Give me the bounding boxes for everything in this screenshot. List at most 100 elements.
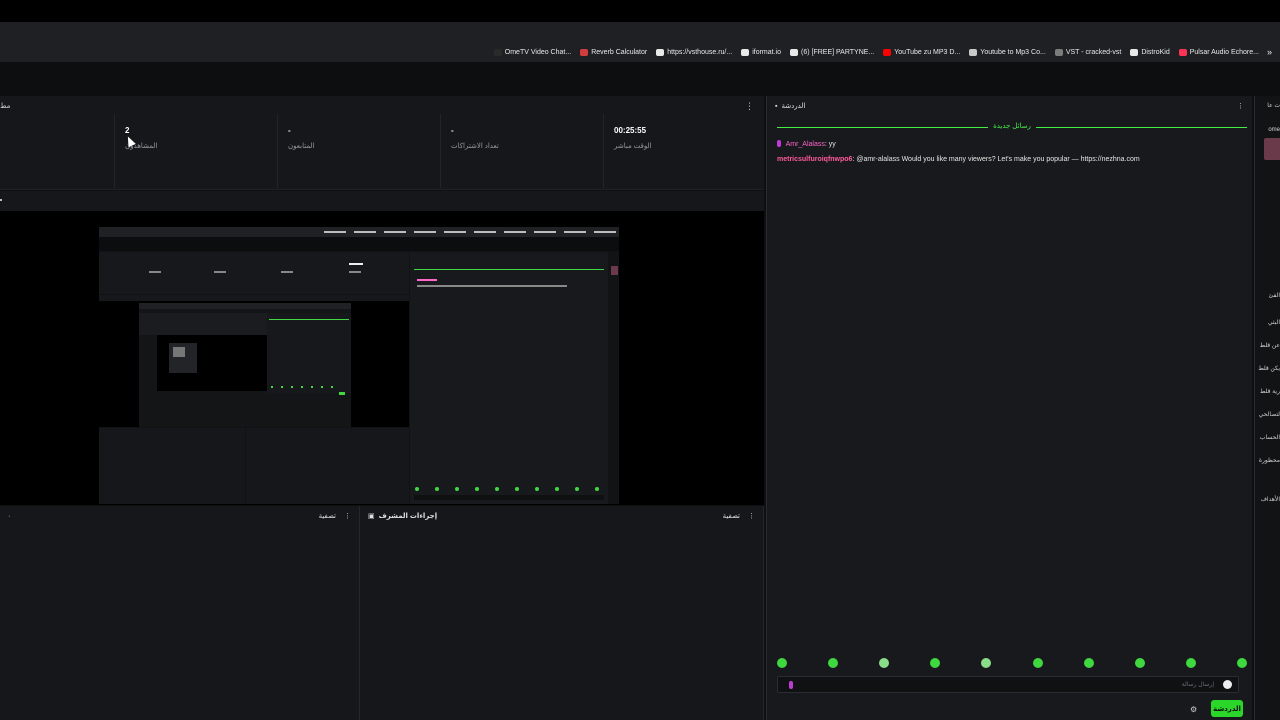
bottom-panels: · تصفية ⋮ ▣ إجراءات المشرف تصفية ⋮	[0, 506, 764, 720]
sidebar-item[interactable]: ت عا	[1267, 102, 1280, 109]
emote-icon[interactable]	[777, 658, 787, 668]
youtube-icon	[883, 48, 892, 56]
chat-menu-button[interactable]: ⋮	[1237, 102, 1244, 110]
stat-value: 00:25:55	[614, 126, 647, 135]
filter-button[interactable]: تصفية	[319, 512, 336, 520]
emote-icon[interactable]	[1134, 658, 1145, 668]
calc-icon	[580, 48, 589, 56]
mic-icon[interactable]	[789, 681, 793, 689]
bookmarks-bar: OmeTV Video Chat... Reverb Calculator http…	[0, 42, 1280, 62]
sidebar-item[interactable]: محظورة	[1259, 457, 1280, 464]
chat-message: metricsulfuroiqfnwpo6: @amr-alalass Woul…	[777, 156, 1140, 163]
stream-stats-panel: مط ⋮ 2 المشاهدون - المتابعون - تعداد الا…	[0, 96, 764, 190]
dashboard-top-nav	[0, 62, 1280, 96]
panel-edge-dot: ·	[8, 512, 11, 520]
stat-value: 2	[125, 126, 130, 135]
sidebar-item[interactable]: عن قلط	[1260, 342, 1280, 349]
bookmark-item[interactable]: DistroKid	[1130, 48, 1170, 56]
emote-icon[interactable]	[981, 658, 992, 668]
stream-preview[interactable]	[0, 211, 764, 505]
bookmark-label: https://vsthouse.ru/...	[667, 48, 733, 56]
send-chat-button[interactable]: الدردشة	[1211, 700, 1243, 717]
vst-icon	[1054, 48, 1063, 56]
activity-panel: · تصفية ⋮	[0, 506, 360, 720]
mic-icon	[777, 140, 781, 147]
sidebar-item[interactable]: الحساب	[1260, 434, 1280, 441]
bookmark-label: Pulsar Audio Echore...	[1189, 48, 1259, 56]
new-messages-label: رسائل جديدة	[988, 122, 1036, 130]
browser-title-bar	[0, 0, 1280, 22]
stat-value: -	[451, 126, 454, 135]
stat-label: المشاهدون	[125, 143, 158, 150]
bookmark-item[interactable]: OmeTV Video Chat...	[493, 48, 572, 56]
screen-capture-image	[99, 221, 619, 504]
pulsar-icon	[1178, 48, 1187, 56]
panel-menu-button[interactable]: ⋮	[344, 512, 351, 520]
stat-label: المتابعون	[288, 143, 315, 150]
emote-icon[interactable]	[879, 658, 890, 668]
chat-username[interactable]: metricsulfuroiqfnwpo6	[777, 156, 852, 163]
y-icon	[969, 48, 978, 56]
stat-live-time: 00:25:55 الوقت مباشر	[603, 114, 764, 188]
chat-message: Amr_Alalass: yy	[777, 140, 836, 148]
emote-icon[interactable]	[1185, 658, 1196, 668]
moderator-actions-panel: ▣ إجراءات المشرف تصفية ⋮	[360, 506, 764, 720]
bookmark-item[interactable]: https://vsthouse.ru/...	[656, 48, 733, 56]
panel-menu-button[interactable]: ⋮	[748, 512, 755, 520]
sidebar-item[interactable]: ome	[1268, 127, 1280, 133]
sidebar-item[interactable]: الأهداف	[1261, 496, 1280, 503]
bookmark-label: DistroKid	[1141, 48, 1170, 56]
browser-tab-strip	[0, 22, 1280, 42]
dot-icon	[0, 199, 2, 201]
sidebar-item[interactable]: البثي	[1268, 319, 1280, 326]
stat-viewers: 2 المشاهدون	[114, 114, 277, 188]
chat-bubble-icon: ▪	[775, 102, 778, 110]
emote-icon[interactable]	[1236, 658, 1247, 668]
bookmark-label: OmeTV Video Chat...	[504, 48, 572, 56]
recursive-screen-capture	[99, 221, 619, 504]
chat-username[interactable]: Amr_Alalass	[786, 141, 825, 148]
bookmark-label: iformat.io	[752, 48, 781, 56]
sidebar-item[interactable]: الفئ	[1268, 292, 1280, 299]
avatar[interactable]	[1264, 138, 1280, 160]
chat-panel: ▪ الدردشة ⋮ رسائل جديدة Amr_Alalass: yy …	[766, 96, 1252, 720]
globe-icon	[1130, 48, 1139, 56]
chat-text: yy	[828, 141, 836, 148]
bookmark-item[interactable]: Pulsar Audio Echore...	[1178, 48, 1259, 56]
bookmark-label: YouTube zu MP3 D...	[894, 48, 961, 56]
globe-icon	[656, 48, 665, 56]
bookmark-label: Reverb Calculator	[591, 48, 648, 56]
emote-icon[interactable]	[1032, 658, 1043, 668]
emote-icon[interactable]	[1083, 658, 1094, 668]
filter-button[interactable]: تصفية	[723, 512, 740, 520]
panel-edge-label: مط	[0, 103, 11, 110]
chat-input[interactable]: إرسال رسالة	[777, 676, 1239, 693]
sidebar-item[interactable]: رية قلط	[1260, 388, 1280, 395]
bookmarks-overflow-button[interactable]: »	[1267, 47, 1272, 57]
shield-icon: ▣	[368, 513, 375, 520]
video-panel-header	[0, 191, 764, 211]
chat-text: @amr-alalass Would you like many viewers…	[856, 156, 1140, 163]
stats-menu-button[interactable]: ⋮	[745, 101, 754, 112]
right-sidebar: ت عا ome الفئ البثي عن قلط يكن قلط رية ق…	[1254, 96, 1280, 720]
emote-icon[interactable]	[930, 658, 941, 668]
sidebar-item[interactable]: لتصالحي	[1259, 411, 1280, 418]
emoji-icon[interactable]	[1223, 680, 1232, 689]
gear-icon[interactable]: ⚙	[1190, 705, 1197, 714]
bookmark-item[interactable]: YouTube zu MP3 D...	[883, 48, 961, 56]
bookmark-item[interactable]: Reverb Calculator	[580, 48, 648, 56]
page-icon	[493, 48, 502, 56]
stat-subscriptions: - تعداد الاشتراكات	[440, 114, 603, 188]
bookmark-label: Youtube to Mp3 Co...	[980, 48, 1046, 56]
bookmark-label: VST - cracked-vst	[1065, 48, 1122, 56]
stat-label: الوقت مباشر	[614, 143, 652, 150]
bookmark-item[interactable]: iformat.io	[741, 48, 781, 56]
bookmark-item[interactable]: VST - cracked-vst	[1054, 48, 1122, 56]
moderator-actions-title: إجراءات المشرف	[378, 513, 438, 520]
sidebar-item[interactable]: يكن قلط	[1258, 365, 1280, 372]
chat-title: الدردشة	[781, 103, 806, 110]
chat-input-placeholder: إرسال رسالة	[1181, 682, 1214, 688]
emote-icon[interactable]	[828, 658, 839, 668]
bookmark-item[interactable]: (6) [FREE] PARTYNE...	[790, 48, 874, 56]
bookmark-item[interactable]: Youtube to Mp3 Co...	[969, 48, 1046, 56]
